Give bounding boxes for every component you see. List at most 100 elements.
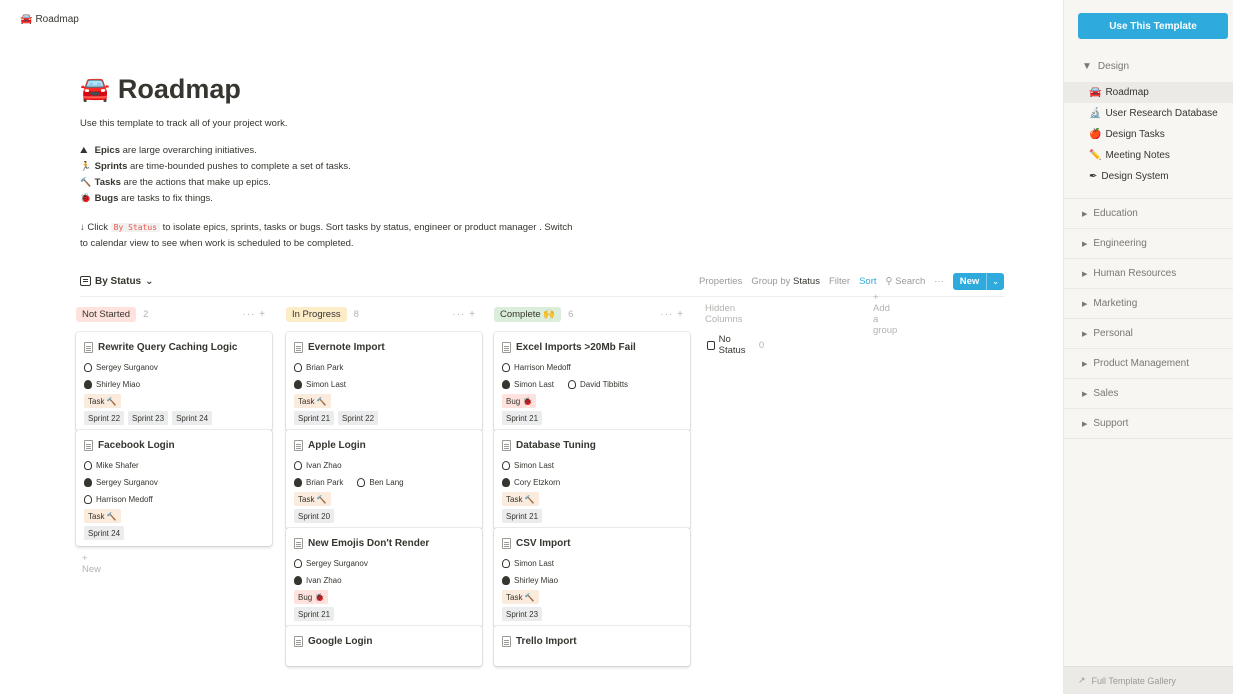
avatar-icon bbox=[294, 363, 302, 372]
person-name: David Tibbitts bbox=[580, 380, 629, 389]
board-card[interactable]: CSV Import Simon Last Shirley Miao Task 🔨 Sp… bbox=[494, 528, 690, 627]
view-toolbar: By Status ⌄ Properties Group by Status F… bbox=[80, 272, 1004, 290]
sidebar-section[interactable]: ▶ Product Management bbox=[1064, 349, 1233, 379]
full-template-gallery-link[interactable]: ↗ Full Template Gallery bbox=[1064, 666, 1233, 694]
view-selector[interactable]: By Status ⌄ bbox=[80, 276, 154, 287]
breadcrumb[interactable]: 🚘 Roadmap bbox=[20, 14, 79, 25]
sidebar-section[interactable]: ▶ Personal bbox=[1064, 319, 1233, 349]
card-people: Harrison Medoff Simon Last David Tibbitts bbox=[502, 359, 682, 393]
view-tools: Properties Group by Status Filter Sort ⚲… bbox=[699, 272, 1004, 290]
no-status-group[interactable]: No Status 0 bbox=[707, 334, 764, 356]
status-pill[interactable]: Not Started bbox=[76, 306, 137, 322]
legend-sprints: 🏃 Sprints are time-bounded pushes to com… bbox=[80, 159, 1010, 175]
group-by-button[interactable]: Group by Status bbox=[751, 276, 820, 287]
search-label: Search bbox=[895, 275, 926, 287]
filter-button[interactable]: Filter bbox=[829, 276, 850, 287]
person-name: Ivan Zhao bbox=[306, 576, 342, 585]
board-card[interactable]: Database Tuning Simon Last Cory Etzkorn Tas… bbox=[494, 430, 690, 529]
hidden-columns-header[interactable]: Hidden Columns bbox=[705, 303, 743, 325]
column-count: 2 bbox=[143, 308, 149, 320]
page-icon bbox=[294, 635, 303, 647]
new-button[interactable]: New ⌄ bbox=[952, 272, 1004, 290]
page-title[interactable]: 🚘 Roadmap bbox=[80, 72, 1010, 106]
legend-term: Bugs bbox=[94, 193, 119, 205]
new-card-button[interactable]: + New bbox=[82, 553, 101, 575]
board-card[interactable]: Excel Imports >20Mb Fail Harrison Medoff S… bbox=[494, 332, 690, 431]
person-row: Simon Last bbox=[502, 457, 682, 474]
sidebar-sections: ▶ Education ▶ Engineering ▶ Human Resources ▶ M… bbox=[1064, 199, 1233, 439]
search-button[interactable]: ⚲ Search bbox=[886, 276, 926, 287]
type-tag: Task 🔨 bbox=[84, 509, 121, 523]
card-title: CSV Import bbox=[502, 537, 682, 549]
person-row: Simon Last bbox=[294, 376, 474, 393]
sidebar-template-item[interactable]: 🍎 Design Tasks bbox=[1064, 124, 1233, 145]
triangle-right-icon: ▶ bbox=[1082, 240, 1088, 248]
add-group-button[interactable]: + Add a group bbox=[873, 292, 897, 336]
properties-button[interactable]: Properties bbox=[699, 276, 742, 287]
person-row: Sergey Surganov bbox=[84, 474, 264, 491]
card-people: Sergey Surganov Shirley Miao bbox=[84, 359, 264, 393]
sprint-tags: Sprint 21 Sprint 22 bbox=[294, 411, 474, 431]
sprint-tag: Sprint 21 bbox=[294, 411, 335, 425]
card-people: Simon Last Shirley Miao bbox=[502, 555, 682, 589]
column-tools[interactable]: ··· + bbox=[242, 309, 266, 320]
board-card[interactable]: Apple Login Ivan Zhao Brian Park Ben Lang Ta… bbox=[286, 430, 482, 529]
page-content: 🚘 Roadmap Use this template to track all… bbox=[80, 72, 1010, 252]
status-label: Complete bbox=[500, 308, 541, 320]
legend-text: are the actions that make up epics. bbox=[120, 177, 271, 189]
no-status-count: 0 bbox=[758, 339, 765, 351]
triangle-right-icon: ▶ bbox=[1082, 360, 1088, 368]
avatar-icon bbox=[502, 478, 510, 487]
board-card[interactable]: Trello Import bbox=[494, 626, 690, 666]
toolbar-divider bbox=[80, 296, 1004, 297]
runner-icon: 🏃 bbox=[80, 162, 92, 173]
board-card[interactable]: Google Login bbox=[286, 626, 482, 666]
card-people: Ivan Zhao Brian Park Ben Lang bbox=[294, 457, 474, 491]
card-title: Trello Import bbox=[502, 635, 682, 647]
car-icon: 🚘 bbox=[1089, 87, 1102, 98]
legend-list: ⛰ Epics are large overarching initiative… bbox=[80, 143, 1010, 207]
status-label: Not Started bbox=[82, 308, 131, 320]
chevron-down-icon[interactable]: ⌄ bbox=[986, 272, 1004, 290]
sidebar-section[interactable]: ▶ Sales bbox=[1064, 379, 1233, 409]
type-tags: Task 🔨 bbox=[84, 394, 264, 408]
sidebar-section-design[interactable]: ▼ Design bbox=[1064, 53, 1233, 79]
status-pill[interactable]: In Progress bbox=[286, 306, 347, 322]
sprint-tag: Sprint 22 bbox=[84, 411, 125, 425]
avatar-icon bbox=[84, 461, 92, 470]
status-pill[interactable]: Complete 🙌 bbox=[494, 306, 562, 322]
card-people: Simon Last Cory Etzkorn bbox=[502, 457, 682, 491]
column-tools[interactable]: ··· + bbox=[660, 309, 684, 320]
type-tags: Task 🔨 bbox=[502, 492, 682, 506]
board-card[interactable]: Rewrite Query Caching Logic Sergey Surgan… bbox=[76, 332, 272, 431]
sidebar-template-item[interactable]: ✒ Design System bbox=[1064, 166, 1233, 187]
board-view-icon bbox=[80, 276, 91, 286]
sprint-tags: Sprint 23 bbox=[502, 607, 682, 627]
sidebar-template-item[interactable]: 🚘 Roadmap bbox=[1064, 82, 1233, 103]
sidebar-template-item[interactable]: 🔬 User Research Database bbox=[1064, 103, 1233, 124]
card-title: Google Login bbox=[294, 635, 474, 647]
sidebar-template-item[interactable]: ✏️ Meeting Notes bbox=[1064, 145, 1233, 166]
board-card[interactable]: New Emojis Don't Render Sergey Surganov Iv… bbox=[286, 528, 482, 627]
sidebar-section[interactable]: ▶ Human Resources bbox=[1064, 259, 1233, 289]
person-row: Brian Park bbox=[294, 359, 474, 376]
card-title-text: CSV Import bbox=[516, 537, 571, 549]
sidebar-section[interactable]: ▶ Marketing bbox=[1064, 289, 1233, 319]
legend-text: are time-bounded pushes to complete a se… bbox=[127, 161, 351, 173]
sort-button[interactable]: Sort bbox=[859, 276, 876, 287]
sidebar-section[interactable]: ▶ Engineering bbox=[1064, 229, 1233, 259]
more-options-icon[interactable]: ··· bbox=[934, 276, 944, 287]
main-area: 🚘 Roadmap 🚘 Roadmap Use this template to… bbox=[0, 0, 1063, 694]
board-card[interactable]: Facebook Login Mike Shafer Sergey Surganov… bbox=[76, 430, 272, 546]
column-tools[interactable]: ··· + bbox=[452, 309, 476, 320]
template-sidebar: Use This Template ▼ Design 🚘 Roadmap 🔬 User… bbox=[1063, 0, 1233, 694]
card-title: Apple Login bbox=[294, 439, 474, 451]
sprint-tag: Sprint 24 bbox=[172, 411, 213, 425]
use-template-button[interactable]: Use This Template bbox=[1078, 13, 1228, 39]
person-row: Shirley Miao bbox=[502, 572, 682, 589]
sidebar-section[interactable]: ▶ Support bbox=[1064, 409, 1233, 439]
page-icon bbox=[502, 635, 511, 647]
sidebar-section[interactable]: ▶ Education bbox=[1064, 199, 1233, 229]
card-title-text: New Emojis Don't Render bbox=[308, 537, 430, 549]
board-card[interactable]: Evernote Import Brian Park Simon Last Task … bbox=[286, 332, 482, 431]
